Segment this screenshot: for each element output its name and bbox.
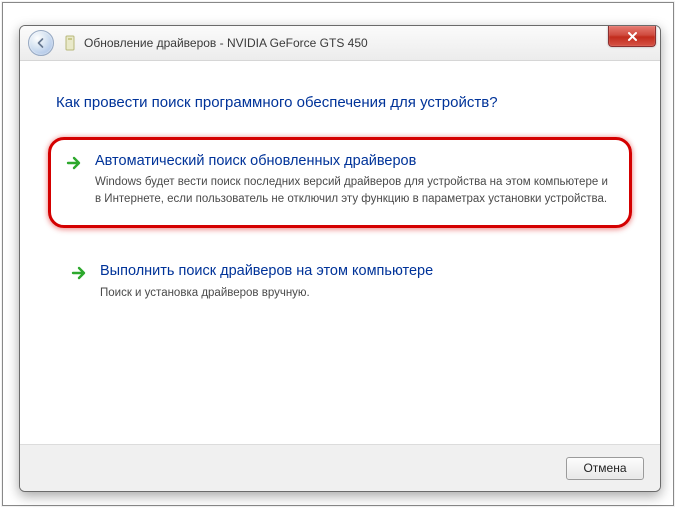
dialog-footer: Отмена <box>20 444 660 491</box>
dialog-window: Обновление драйверов - NVIDIA GeForce GT… <box>19 25 661 492</box>
window-title: Обновление драйверов - NVIDIA GeForce GT… <box>84 36 368 50</box>
arrow-right-icon <box>70 264 88 282</box>
cancel-button[interactable]: Отмена <box>566 457 644 480</box>
close-button[interactable] <box>608 26 656 47</box>
option-description: Поиск и установка драйверов вручную. <box>100 285 606 302</box>
option-description: Windows будет вести поиск последних верс… <box>95 174 609 207</box>
page-heading: Как провести поиск программного обеспече… <box>56 94 624 111</box>
option-title: Выполнить поиск драйверов на этом компью… <box>100 262 606 280</box>
option-browse-computer[interactable]: Выполнить поиск драйверов на этом компью… <box>56 250 624 315</box>
title-bar: Обновление драйверов - NVIDIA GeForce GT… <box>20 26 660 61</box>
arrow-right-icon <box>65 154 83 172</box>
screenshot-frame: Обновление драйверов - NVIDIA GeForce GT… <box>2 2 674 506</box>
device-icon <box>64 35 78 51</box>
option-auto-search[interactable]: Автоматический поиск обновленных драйвер… <box>48 137 632 228</box>
close-icon <box>627 31 638 42</box>
dialog-content: Как провести поиск программного обеспече… <box>20 60 660 445</box>
back-arrow-icon <box>35 37 47 49</box>
option-title: Автоматический поиск обновленных драйвер… <box>95 152 609 170</box>
back-button[interactable] <box>28 30 54 56</box>
